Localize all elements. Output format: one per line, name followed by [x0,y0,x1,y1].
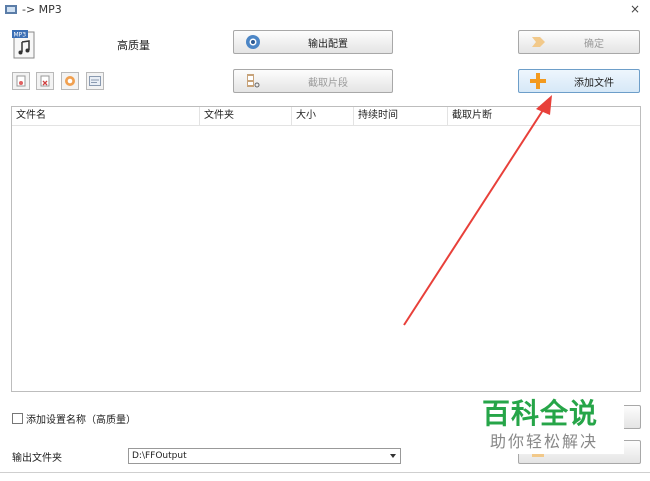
remove-file-icon[interactable] [12,72,30,90]
close-button[interactable]: × [630,2,640,16]
ok-button[interactable]: 确定 [518,30,640,54]
output-config-button[interactable]: 输出配置 [233,30,393,54]
app-icon [5,5,17,14]
output-folder-select[interactable]: D:\FFOutput [128,448,401,464]
column-header[interactable]: 文件夹 [200,107,292,125]
ok-label: 确定 [584,38,604,50]
clear-list-icon[interactable] [36,72,54,90]
clip-segment-label: 截取片段 [308,77,348,89]
svg-text:MP3: MP3 [14,32,27,39]
watermark-title: 百科全说 [482,397,599,430]
chevron-down-icon [390,454,396,458]
annotation-arrow [403,95,552,326]
title-bar: -> MP3 × [0,0,650,20]
column-header[interactable]: 文件名 [12,107,200,125]
checkbox-box[interactable] [12,413,23,424]
output-folder-value: D:\FFOutput [132,451,187,461]
column-header[interactable]: 大小 [292,107,354,125]
watermark-subtitle: 助你轻松解决 [490,432,599,451]
arrow-right-icon [527,33,549,51]
clip-segment-button[interactable]: 截取片段 [233,69,393,93]
add-preset-name-label: 添加设置名称（高质量） [26,415,136,426]
film-scissors-icon [242,72,264,90]
gear-icon [242,33,264,51]
output-config-label: 输出配置 [308,38,348,50]
bottom-divider [0,472,650,473]
output-folder-label: 输出文件夹 [12,453,62,464]
add-preset-name-checkbox[interactable]: 添加设置名称（高质量） [12,411,136,426]
window-title: -> MP3 [22,3,62,16]
preset-label: 高质量 [117,39,150,52]
mp3-format-icon: MP3 [12,30,35,59]
info-icon[interactable] [86,72,104,90]
play-icon[interactable] [61,72,79,90]
